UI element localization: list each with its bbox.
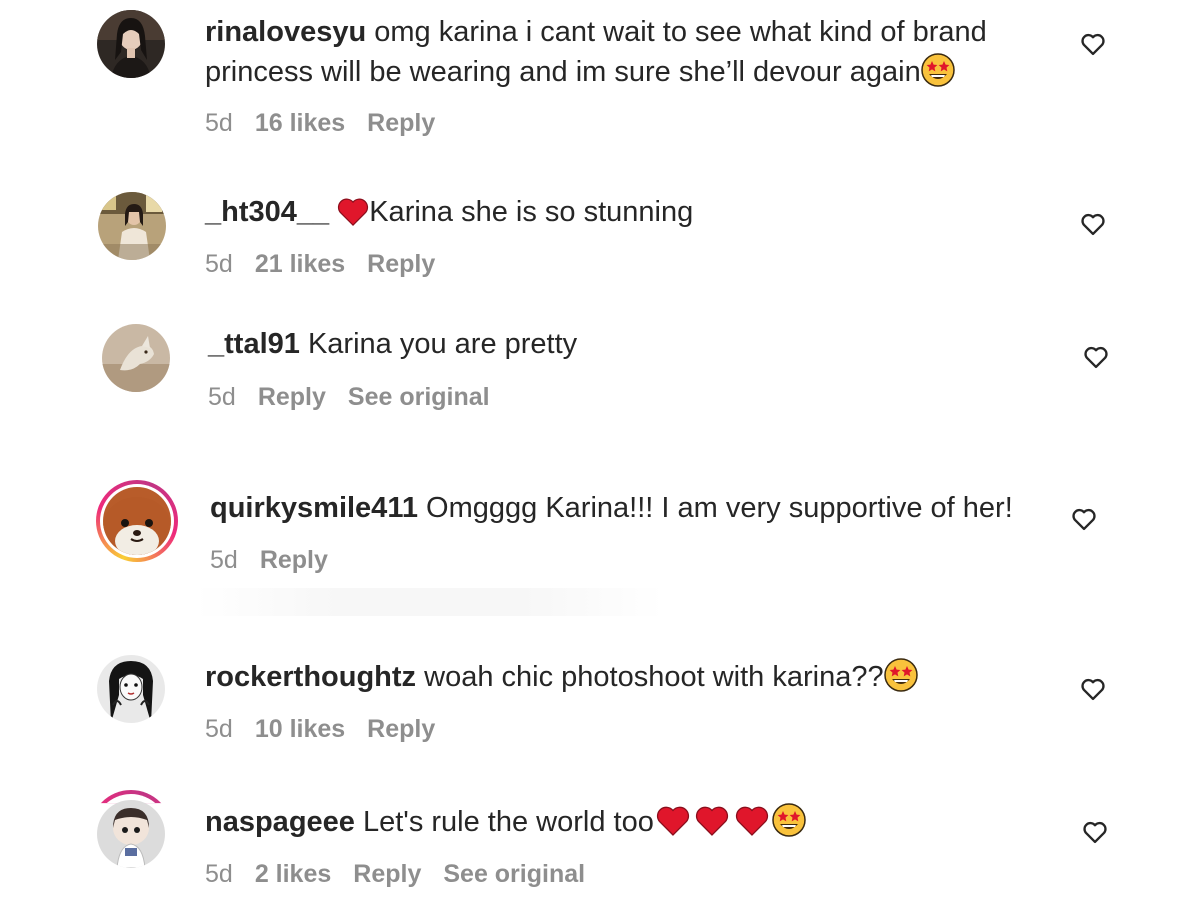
red-heart-emoji-icon <box>654 805 692 837</box>
comment-text: naspageee Let's rule the world too <box>205 802 806 842</box>
username[interactable]: naspageee <box>205 806 355 838</box>
see-original-button[interactable]: See original <box>443 860 585 888</box>
reply-button[interactable]: Reply <box>367 715 435 743</box>
like-heart-icon[interactable] <box>1070 505 1098 533</box>
star-struck-emoji-icon <box>920 53 955 87</box>
comment-body: woah chic photoshoot with karina?? <box>424 661 884 693</box>
comment-body: princess will be wearing and im sure she… <box>205 56 921 88</box>
avatar[interactable] <box>97 655 165 723</box>
avatar-photo <box>102 324 170 392</box>
comment-item: rockerthoughtz woah chic photoshoot with… <box>0 645 1200 755</box>
like-heart-icon[interactable] <box>1079 675 1107 703</box>
reply-button[interactable]: Reply <box>353 860 421 888</box>
comment-body: Omgggg Karina!!! I am very supportive of… <box>426 492 1013 524</box>
like-heart-icon[interactable] <box>1081 818 1109 846</box>
comment-text: quirkysmile411 Omgggg Karina!!! I am ver… <box>210 488 1013 528</box>
comment-body: Karina she is so stunning <box>369 196 694 228</box>
red-heart-emoji-icon <box>732 805 772 837</box>
loading-placeholder <box>196 588 664 616</box>
comment-time: 5d <box>205 250 233 278</box>
comment-text: _ttal91 Karina you are pretty <box>208 324 577 364</box>
username[interactable]: _ht304__ <box>205 196 329 228</box>
comment-item: naspageee Let's rule the world too 5d 2 l… <box>0 788 1200 900</box>
reply-button[interactable]: Reply <box>367 250 435 278</box>
avatar-photo <box>97 800 165 868</box>
comment-meta: 5d 2 likes Reply See original <box>205 859 607 889</box>
reply-button[interactable]: Reply <box>258 383 326 411</box>
avatar[interactable] <box>102 324 170 392</box>
red-heart-emoji-icon <box>337 197 369 227</box>
avatar[interactable] <box>103 487 171 555</box>
comment-time: 5d <box>210 546 238 574</box>
comment-text: _ht304__ Karina she is so stunning <box>205 192 693 232</box>
comment-meta: 5d Reply See original <box>208 382 512 412</box>
username[interactable]: rockerthoughtz <box>205 661 416 693</box>
avatar-photo <box>97 655 165 723</box>
comment-body: Let's rule the world too <box>362 806 654 838</box>
see-original-button[interactable]: See original <box>348 383 490 411</box>
likes-count[interactable]: 16 likes <box>255 109 345 137</box>
red-heart-emoji-icon <box>692 805 732 837</box>
comment-meta: 5d Reply <box>210 545 350 575</box>
comment-meta: 5d 21 likes Reply <box>205 249 457 279</box>
avatar-photo <box>103 487 171 555</box>
comment-item: _ht304__ Karina she is so stunning 5d 21 … <box>0 180 1200 290</box>
star-struck-emoji-icon <box>772 803 806 837</box>
comment-text: rinalovesyu omg karina i cant wait to se… <box>205 12 987 52</box>
avatar[interactable] <box>97 800 165 868</box>
reply-button[interactable]: Reply <box>260 546 328 574</box>
like-heart-icon[interactable] <box>1079 210 1107 238</box>
comment-time: 5d <box>208 383 236 411</box>
comment-text-continued: princess will be wearing and im sure she… <box>205 52 955 92</box>
avatar-photo <box>97 10 165 78</box>
username[interactable]: rinalovesyu <box>205 16 366 48</box>
comment-item: quirkysmile411 Omgggg Karina!!! I am ver… <box>0 470 1200 580</box>
comment-time: 5d <box>205 715 233 743</box>
comment-meta: 5d 16 likes Reply <box>205 108 457 138</box>
comment-time: 5d <box>205 860 233 888</box>
comment-body: Karina you are pretty <box>307 328 578 360</box>
like-heart-icon[interactable] <box>1079 30 1107 58</box>
reply-button[interactable]: Reply <box>367 109 435 137</box>
like-heart-icon[interactable] <box>1082 343 1110 371</box>
comment-meta: 5d 10 likes Reply <box>205 714 457 744</box>
likes-count[interactable]: 21 likes <box>255 250 345 278</box>
comment-text: rockerthoughtz woah chic photoshoot with… <box>205 657 918 697</box>
likes-count[interactable]: 2 likes <box>255 860 331 888</box>
comment-body: omg karina i cant wait to see what kind … <box>374 16 987 48</box>
comment-item: _ttal91 Karina you are pretty 5d Reply See… <box>0 315 1200 425</box>
avatar-photo <box>98 192 166 260</box>
avatar[interactable] <box>97 10 165 78</box>
star-struck-emoji-icon <box>883 658 918 692</box>
username[interactable]: quirkysmile411 <box>210 492 418 524</box>
comment-item: rinalovesyu omg karina i cant wait to se… <box>0 0 1200 160</box>
username[interactable]: _ttal91 <box>208 328 300 360</box>
avatar[interactable] <box>98 192 166 260</box>
comment-time: 5d <box>205 109 233 137</box>
likes-count[interactable]: 10 likes <box>255 715 345 743</box>
